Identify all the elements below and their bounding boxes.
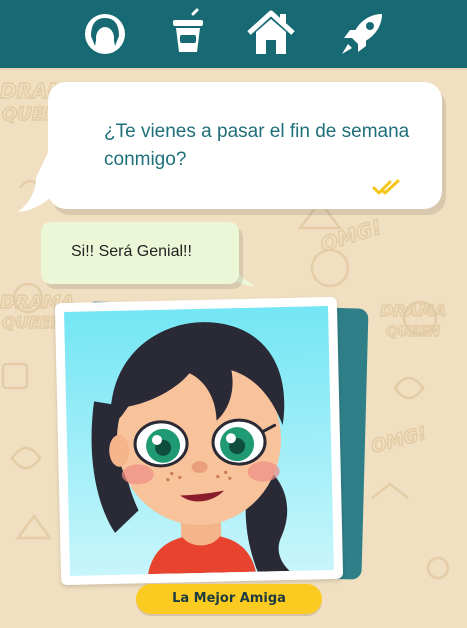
character-avatar <box>91 322 299 576</box>
rocket-icon[interactable] <box>338 8 388 58</box>
doodle-text: DRAMA <box>380 301 446 320</box>
double-check-icon <box>372 179 400 195</box>
incoming-message-bubble: ¿Te vienes a pasar el fin de semana conm… <box>48 82 442 209</box>
top-nav-bar <box>0 0 467 68</box>
incoming-message-text: ¿Te vienes a pasar el fin de semana conm… <box>104 121 410 170</box>
character-card[interactable] <box>54 296 344 586</box>
outgoing-message-text: Si!! Será Genial!! <box>71 243 192 260</box>
doodle-text: OMG! <box>318 214 385 256</box>
girl-face-icon[interactable] <box>80 8 130 58</box>
character-name-label: La Mejor Amiga <box>136 584 322 614</box>
cup-icon[interactable] <box>163 8 213 58</box>
house-icon[interactable] <box>246 8 296 58</box>
doodle-text: QUEEN <box>386 324 440 340</box>
outgoing-message-bubble: Si!! Será Genial!! <box>41 222 239 284</box>
doodle-text: OMG! <box>369 423 429 458</box>
character-portrait <box>64 306 334 576</box>
